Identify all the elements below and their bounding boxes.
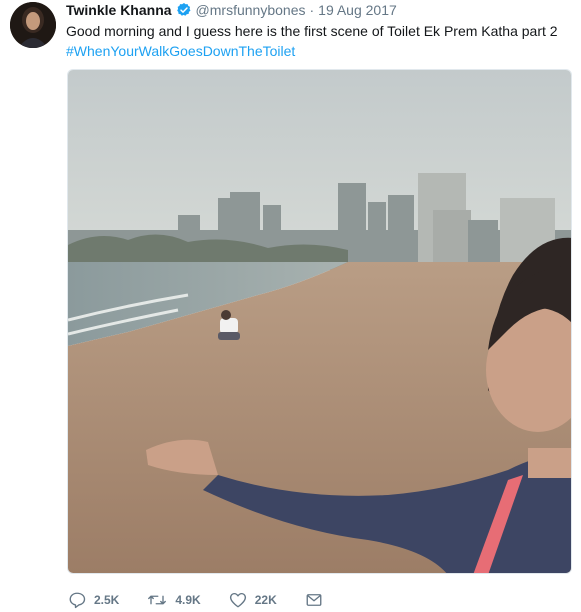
author-avatar[interactable] bbox=[10, 2, 56, 48]
tweet-date[interactable]: 19 Aug 2017 bbox=[318, 2, 397, 18]
reply-count: 2.5K bbox=[94, 593, 120, 607]
author-handle[interactable]: @mrsfunnybones bbox=[196, 2, 306, 18]
tweet-card: Twinkle Khanna @mrsfunnybones · 19 Aug 2… bbox=[0, 0, 581, 612]
tweet-header: Twinkle Khanna @mrsfunnybones · 19 Aug 2… bbox=[66, 0, 397, 20]
retweet-count: 4.9K bbox=[175, 593, 201, 607]
reply-icon bbox=[69, 592, 86, 609]
reply-button[interactable]: 2.5K bbox=[68, 591, 119, 609]
like-button[interactable]: 22K bbox=[229, 591, 277, 609]
verified-badge-icon bbox=[176, 2, 192, 18]
hashtag-link[interactable]: #WhenYourWalkGoesDownTheToilet bbox=[66, 41, 571, 61]
header-separator: · bbox=[309, 2, 315, 18]
retweet-button[interactable]: 4.9K bbox=[147, 591, 201, 609]
tweet-actions: 2.5K 4.9K 22K bbox=[68, 590, 359, 610]
tweet-body: Good morning and I guess here is the fir… bbox=[66, 21, 571, 61]
tweet-text: Good morning and I guess here is the fir… bbox=[66, 23, 558, 39]
heart-icon bbox=[229, 592, 246, 608]
retweet-icon bbox=[148, 595, 167, 605]
author-name[interactable]: Twinkle Khanna bbox=[66, 2, 172, 18]
envelope-icon bbox=[306, 594, 322, 606]
like-count: 22K bbox=[254, 593, 277, 607]
tweet-photo[interactable] bbox=[67, 69, 572, 574]
direct-message-button[interactable] bbox=[305, 591, 331, 609]
